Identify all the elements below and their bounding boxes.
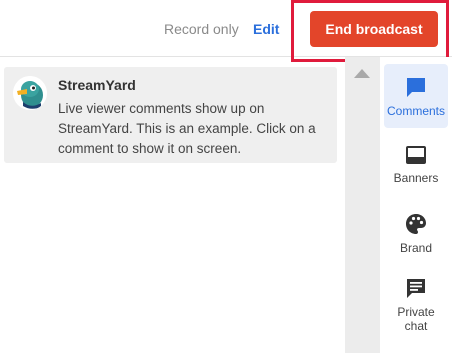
comment-author: StreamYard xyxy=(58,77,136,93)
sidebar-item-banners[interactable]: Banners xyxy=(384,145,448,185)
sidebar-item-brand[interactable]: Brand xyxy=(384,213,448,255)
avatar xyxy=(13,76,47,110)
scroll-up-arrow-icon[interactable] xyxy=(354,69,370,78)
scrollbar[interactable] xyxy=(345,57,380,353)
sidebar-item-label: Private chat xyxy=(397,305,435,333)
comments-panel: StreamYard Live viewer comments show up … xyxy=(0,57,345,353)
palette-icon xyxy=(405,213,427,235)
edit-link[interactable]: Edit xyxy=(253,21,279,37)
highlight-box xyxy=(291,0,449,62)
comments-icon xyxy=(405,76,427,98)
record-only-label: Record only xyxy=(164,21,239,37)
comment-text: Live viewer comments show up on StreamYa… xyxy=(58,101,316,156)
sidebar-item-label: Comments xyxy=(386,104,445,118)
sidebar-item-private-chat[interactable]: Private chat xyxy=(384,277,448,333)
sidebar: Comments Banners Brand Private chat xyxy=(380,57,452,353)
comment-card[interactable]: StreamYard Live viewer comments show up … xyxy=(4,67,337,163)
sidebar-item-comments[interactable]: Comments xyxy=(384,64,448,128)
chat-icon xyxy=(405,277,427,299)
sidebar-item-label: Brand xyxy=(399,241,433,255)
banner-icon xyxy=(405,145,427,165)
sidebar-item-label: Banners xyxy=(393,171,439,185)
